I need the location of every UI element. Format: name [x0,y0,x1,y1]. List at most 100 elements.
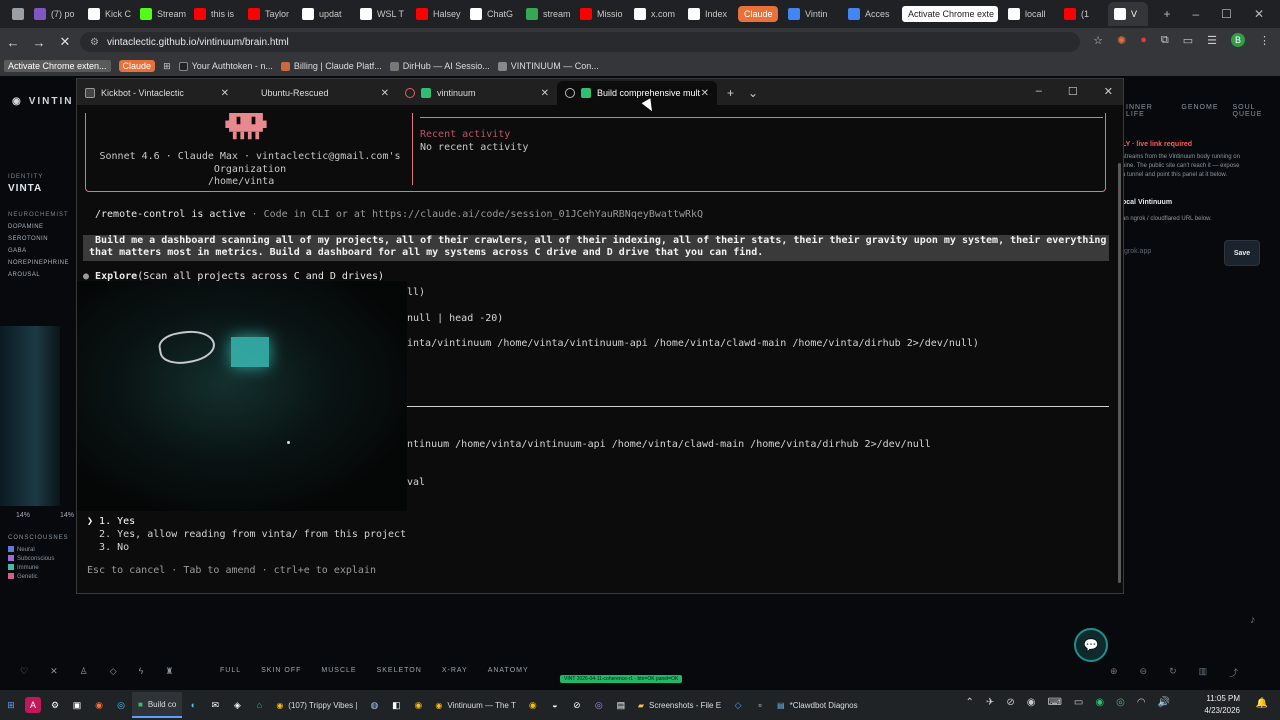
browser-tab[interactable]: ChatG [464,2,520,26]
close-tab-icon[interactable]: ✕ [541,88,549,99]
browser-tab[interactable]: (7) po [28,2,82,26]
forward-icon[interactable]: → [26,35,52,50]
app-icon[interactable]: ⊘ [569,697,585,713]
option-yes[interactable]: ❯ 1. Yes [87,515,406,528]
app-icon[interactable]: ◈ [229,697,245,713]
lightning-icon[interactable]: ϟ [139,666,144,677]
mode-skin-off[interactable]: SKIN OFF [261,667,301,674]
app-icon[interactable]: ▫ [752,697,768,713]
app-icon[interactable]: ◧ [388,697,404,713]
tray-icon[interactable]: ▭ [1074,697,1083,708]
bookmark-item[interactable]: VINTINUUM — Con... [497,61,599,71]
tray-icon[interactable]: ◉ [1095,697,1104,708]
site-info-icon[interactable]: ⚙ [90,37,99,48]
maximize-icon[interactable]: ☐ [1068,85,1078,98]
panel-icon[interactable]: ▥ [1199,666,1208,679]
bookmark-activate[interactable]: Activate Chrome exten... [4,60,111,72]
close-icon[interactable]: ✕ [1254,7,1264,21]
new-tab-icon[interactable]: + [1163,7,1170,21]
steam-icon[interactable]: ◍ [366,697,382,713]
shield-icon[interactable]: ◇ [110,666,117,677]
browser-tab[interactable]: Missio [574,2,628,26]
chat-bubble-button[interactable]: 💬 [1074,628,1108,662]
browser-tab[interactable]: WSL T [354,2,410,26]
volume-icon[interactable]: 🔊 [1158,697,1170,708]
zoom-out-icon[interactable]: ⊖ [1140,666,1148,679]
tab-genome[interactable]: GENOME [1181,104,1218,118]
app-icon[interactable]: ◎ [113,697,129,713]
browser-tab[interactable]: this is [188,2,242,26]
browser-tab[interactable]: Stream [134,2,188,26]
taskbar-item-explorer[interactable]: ▰ Screenshots - File E [632,692,727,718]
bookmark-item[interactable]: DirHub — AI Sessio... [389,61,490,71]
share-icon[interactable]: ⤴ [1229,666,1238,679]
zoom-in-icon[interactable]: ⊕ [1110,666,1118,679]
browser-tab[interactable]: stream [520,2,574,26]
vscode-icon[interactable]: ◇ [730,697,746,713]
browser-tab[interactable]: Taylor [242,2,296,26]
menu-icon[interactable]: ⋮ [1259,34,1270,47]
body-icon[interactable]: ♜ [165,666,173,677]
bookmark-item[interactable]: Billing | Claude Platf... [280,61,382,71]
app-icon[interactable]: ◎ [591,697,607,713]
tray-icon[interactable]: ◎ [1116,697,1125,708]
cast-icon[interactable]: ▭ [1183,34,1193,47]
mode-muscle[interactable]: MUSCLE [321,667,356,674]
browser-tab[interactable]: Acces [842,2,898,26]
music-note-icon[interactable]: ♪ [1250,614,1256,626]
app-a-icon[interactable]: A [25,697,41,713]
tray-icon[interactable]: ⊘ [1006,697,1014,708]
bookmark-item[interactable]: Your Authtoken - n... [178,61,273,71]
bookmark-star-icon[interactable]: ☆ [1093,34,1103,47]
start-icon[interactable]: ⊞ [3,697,19,713]
save-button[interactable]: Save [1224,240,1260,266]
mode-full[interactable]: FULL [220,667,241,674]
tab-soul-queue[interactable]: SOUL QUEUE [1233,104,1280,118]
terminal-tab[interactable]: Ubuntu-Rescued ✕ [237,81,397,105]
new-tab-icon[interactable]: + [727,86,734,100]
back-icon[interactable]: ← [0,35,26,50]
close-tab-icon[interactable]: ✕ [221,88,229,99]
clock[interactable]: 11:05 PM 4/23/2026 [1204,693,1240,717]
option-yes-allow[interactable]: 2. Yes, allow reading from vinta/ from t… [87,528,406,541]
browser-tab[interactable]: updat [296,2,354,26]
close-tab-icon[interactable]: ✕ [381,88,389,99]
minimize-icon[interactable]: – [1036,85,1042,97]
app-icon[interactable]: ◐ [185,697,201,713]
notification-icon[interactable]: 🔔 [1256,698,1268,709]
terminal-scrollbar[interactable] [1118,163,1121,583]
tray-icon[interactable]: ◉ [1027,697,1036,708]
chrome-icon[interactable]: ◉ [525,697,541,713]
settings-icon[interactable]: ⚙ [47,697,63,713]
app-icon[interactable]: ✉ [207,697,223,713]
taskbar-item-notepad[interactable]: ▤ *Clawdbot Diagnos [771,692,864,718]
heart-icon[interactable]: ♡ [20,666,28,677]
chrome-icon[interactable]: ◉ [410,697,426,713]
tab-inner-life[interactable]: INNER LIFE [1126,104,1167,118]
close-icon[interactable]: ✕ [50,666,58,677]
mode-x-ray[interactable]: X-RAY [442,667,468,674]
app-icon[interactable]: ⌂ [251,697,267,713]
browser-tab[interactable]: Index [682,2,734,26]
browser-tab[interactable]: Halsey [410,2,464,26]
firefox-icon[interactable]: ◉ [91,697,107,713]
browser-tab[interactable] [6,2,28,26]
browser-tab[interactable]: Activate Chrome exte [902,6,998,22]
tray-icon[interactable]: ⌨ [1047,697,1061,708]
browser-tab[interactable]: Kick C [82,2,134,26]
tunnel-url-input[interactable]: grok.app [1124,248,1151,255]
browser-tab[interactable]: x.com [628,2,682,26]
app-icon[interactable]: ◒ [547,697,563,713]
taskbar-item-youtube[interactable]: ◉ (107) Trippy Vibes | [270,692,363,718]
browser-tab[interactable]: locall [1002,2,1058,26]
app-icon[interactable]: ▣ [69,697,85,713]
browser-tab[interactable]: V [1108,2,1148,26]
terminal-tab[interactable]: Kickbot - Vintaclectic ✕ [77,81,237,105]
maximize-icon[interactable]: ☐ [1221,7,1232,21]
figure-icon[interactable]: ♙ [80,666,88,677]
url-bar[interactable]: ⚙ vintaclectic.github.io/vintinuum/brain… [80,32,1080,52]
refresh-icon[interactable]: ↻ [1169,666,1177,679]
close-icon[interactable]: ✕ [1104,85,1113,98]
browser-tab[interactable]: Vintin [782,2,842,26]
apps-grid-icon[interactable]: ⊞ [163,61,171,72]
